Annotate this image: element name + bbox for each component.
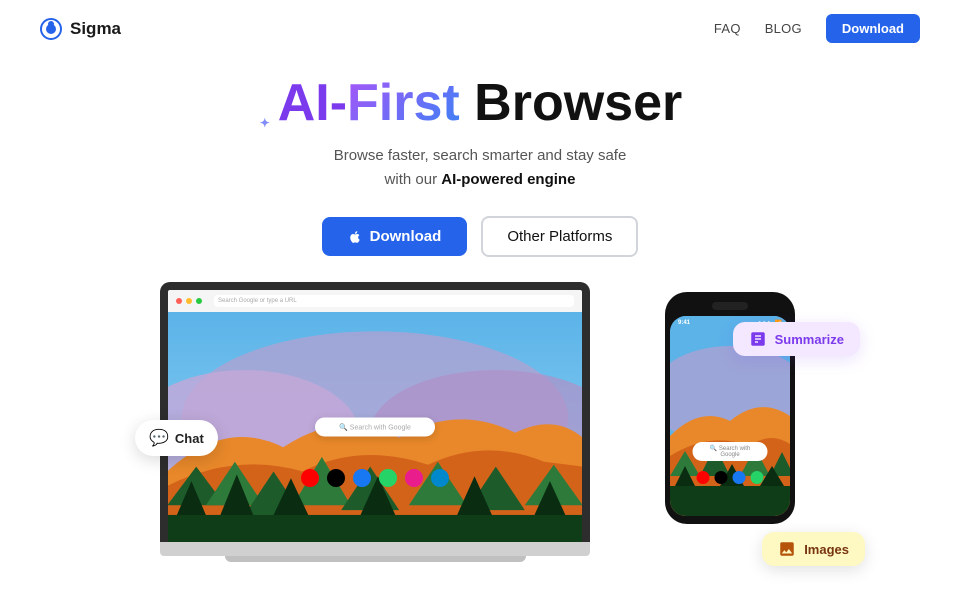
minimize-dot (186, 298, 192, 304)
nav-download-button[interactable]: Download (826, 14, 920, 43)
button-group: Download Other Platforms (20, 216, 940, 257)
phone-search-bar: 🔍 Search with Google (693, 442, 768, 461)
laptop-base (160, 542, 590, 556)
youtube-icon (301, 469, 319, 487)
other-platforms-button[interactable]: Other Platforms (481, 216, 638, 257)
chat-badge: 💬 Chat (135, 420, 218, 456)
download-label: Download (370, 228, 442, 245)
title-first: First✦ (347, 74, 460, 132)
phone-notch (670, 300, 790, 312)
facebook-icon (353, 469, 371, 487)
summarize-icon (749, 330, 767, 348)
logo-icon (40, 18, 62, 40)
laptop-browser-content: 🔍 Search with Google (168, 312, 582, 542)
subtitle-bold: AI-powered engine (441, 171, 575, 188)
images-icon (778, 540, 796, 558)
images-badge: Images (762, 532, 865, 566)
address-text: Search Google or type a URL (218, 298, 297, 304)
sparkle-small-icon: ✦ (260, 117, 270, 130)
address-bar: Search Google or type a URL (214, 295, 574, 307)
chat-label: Chat (175, 431, 204, 446)
logo: Sigma (40, 18, 121, 40)
logo-text: Sigma (70, 19, 121, 39)
laptop-foot (225, 556, 526, 562)
navbar: Sigma FAQ BLOG Download (0, 0, 960, 57)
phone-pill (712, 302, 748, 310)
x-icon (327, 469, 345, 487)
telegram-icon (431, 469, 449, 487)
hero-subtitle: Browse faster, search smarter and stay s… (20, 144, 940, 192)
summarize-badge: Summarize (733, 322, 860, 356)
mockup-area: Search Google or type a URL (0, 272, 960, 612)
phone-facebook-icon (733, 471, 746, 484)
summarize-label: Summarize (775, 332, 844, 347)
phone-youtube-icon (697, 471, 710, 484)
laptop-search-bar: 🔍 Search with Google (315, 418, 435, 437)
subtitle-line1: Browse faster, search smarter and stay s… (334, 147, 627, 164)
title-browser: Browser (460, 74, 683, 132)
nav-blog[interactable]: BLOG (765, 21, 802, 36)
close-dot (176, 298, 182, 304)
subtitle-line2: with our (385, 171, 442, 188)
laptop-screen: Search Google or type a URL (160, 282, 590, 542)
phone-app-icons (697, 471, 764, 484)
browser-chrome: Search Google or type a URL (168, 290, 582, 312)
phone-x-icon (715, 471, 728, 484)
images-label: Images (804, 542, 849, 557)
phone-time: 9:41 (678, 320, 690, 327)
laptop-app-icons (301, 469, 449, 487)
hero-title: AI-First✦ Browser✦ (278, 75, 683, 132)
apple-icon (348, 230, 362, 244)
app-icon-5 (405, 469, 423, 487)
download-button[interactable]: Download (322, 217, 468, 256)
sparkle-icon: ✦ (456, 66, 469, 84)
nav-faq[interactable]: FAQ (714, 21, 741, 36)
whatsapp-icon (379, 469, 397, 487)
hero-section: AI-First✦ Browser✦ Browse faster, search… (0, 57, 960, 257)
nav-links: FAQ BLOG Download (714, 14, 920, 43)
laptop-mockup: Search Google or type a URL (160, 282, 590, 562)
search-text: 🔍 Search with Google (339, 425, 411, 432)
chat-icon: 💬 (149, 428, 169, 448)
title-ai: AI- (278, 74, 347, 132)
phone-whatsapp-icon (751, 471, 764, 484)
maximize-dot (196, 298, 202, 304)
